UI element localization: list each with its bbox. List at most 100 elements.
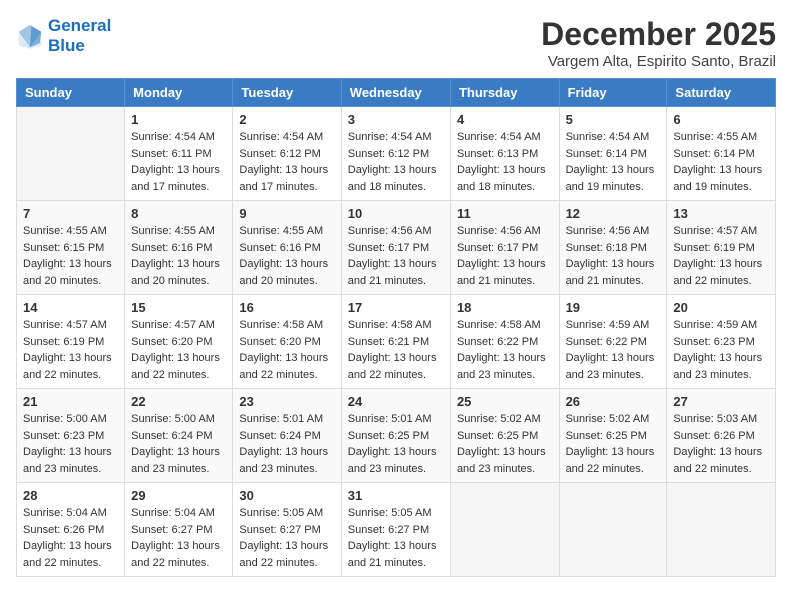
calendar-cell: 1 Sunrise: 4:54 AM Sunset: 6:11 PM Daylig…	[125, 107, 233, 201]
day-number: 9	[239, 206, 334, 221]
cell-content: Sunrise: 5:03 AM Sunset: 6:26 PM Dayligh…	[673, 411, 769, 477]
cell-content: Sunrise: 4:56 AM Sunset: 6:18 PM Dayligh…	[566, 223, 661, 289]
calendar-week-row: 14 Sunrise: 4:57 AM Sunset: 6:19 PM Dayli…	[17, 295, 776, 389]
calendar-cell: 7Sunrise: 4:55 AM Sunset: 6:15 PM Daylig…	[17, 201, 125, 295]
cell-content: Sunrise: 5:02 AM Sunset: 6:25 PM Dayligh…	[457, 411, 553, 477]
calendar-cell: 8 Sunrise: 4:55 AM Sunset: 6:16 PM Daylig…	[125, 201, 233, 295]
cell-content: Sunrise: 5:01 AM Sunset: 6:24 PM Dayligh…	[239, 411, 334, 477]
weekday-header: Sunday	[17, 79, 125, 107]
cell-content: Sunrise: 4:57 AM Sunset: 6:19 PM Dayligh…	[673, 223, 769, 289]
day-number: 29	[131, 488, 226, 503]
logo: General Blue	[16, 16, 111, 56]
calendar-cell: 4 Sunrise: 4:54 AM Sunset: 6:13 PM Daylig…	[450, 107, 559, 201]
day-number: 11	[457, 206, 553, 221]
title-area: December 2025 Vargem Alta, Espirito Sant…	[541, 16, 776, 70]
day-number: 15	[131, 300, 226, 315]
calendar-cell: 31 Sunrise: 5:05 AM Sunset: 6:27 PM Dayli…	[341, 483, 450, 577]
day-number: 28	[23, 488, 118, 503]
logo-icon	[16, 22, 44, 50]
calendar-week-row: 1 Sunrise: 4:54 AM Sunset: 6:11 PM Daylig…	[17, 107, 776, 201]
calendar-cell: 17Sunrise: 4:58 AM Sunset: 6:21 PM Dayli…	[341, 295, 450, 389]
cell-content: Sunrise: 4:57 AM Sunset: 6:20 PM Dayligh…	[131, 317, 226, 383]
cell-content: Sunrise: 5:04 AM Sunset: 6:27 PM Dayligh…	[131, 505, 226, 571]
day-number: 6	[673, 112, 769, 127]
calendar-cell: 24Sunrise: 5:01 AM Sunset: 6:25 PM Dayli…	[341, 389, 450, 483]
calendar-week-row: 7Sunrise: 4:55 AM Sunset: 6:15 PM Daylig…	[17, 201, 776, 295]
calendar-cell: 11 Sunrise: 4:56 AM Sunset: 6:17 PM Dayli…	[450, 201, 559, 295]
calendar-cell: 15 Sunrise: 4:57 AM Sunset: 6:20 PM Dayli…	[125, 295, 233, 389]
cell-content: Sunrise: 4:54 AM Sunset: 6:11 PM Dayligh…	[131, 129, 226, 195]
cell-content: Sunrise: 4:56 AM Sunset: 6:17 PM Dayligh…	[457, 223, 553, 289]
cell-content: Sunrise: 5:04 AM Sunset: 6:26 PM Dayligh…	[23, 505, 118, 571]
calendar-cell: 13 Sunrise: 4:57 AM Sunset: 6:19 PM Dayli…	[667, 201, 776, 295]
day-number: 3	[348, 112, 444, 127]
calendar-cell: 16 Sunrise: 4:58 AM Sunset: 6:20 PM Dayli…	[233, 295, 341, 389]
day-number: 7	[23, 206, 118, 221]
calendar-cell: 5 Sunrise: 4:54 AM Sunset: 6:14 PM Daylig…	[559, 107, 667, 201]
cell-content: Sunrise: 5:00 AM Sunset: 6:23 PM Dayligh…	[23, 411, 118, 477]
calendar-cell	[667, 483, 776, 577]
calendar-cell: 25 Sunrise: 5:02 AM Sunset: 6:25 PM Dayli…	[450, 389, 559, 483]
day-number: 19	[566, 300, 661, 315]
weekday-header: Thursday	[450, 79, 559, 107]
day-number: 13	[673, 206, 769, 221]
cell-content: Sunrise: 4:54 AM Sunset: 6:12 PM Dayligh…	[239, 129, 334, 195]
day-number: 12	[566, 206, 661, 221]
calendar-week-row: 21 Sunrise: 5:00 AM Sunset: 6:23 PM Dayli…	[17, 389, 776, 483]
day-number: 27	[673, 394, 769, 409]
day-number: 20	[673, 300, 769, 315]
day-number: 2	[239, 112, 334, 127]
logo-text: General Blue	[48, 16, 111, 56]
calendar-cell: 9 Sunrise: 4:55 AM Sunset: 6:16 PM Daylig…	[233, 201, 341, 295]
calendar-cell: 30Sunrise: 5:05 AM Sunset: 6:27 PM Dayli…	[233, 483, 341, 577]
calendar-cell	[450, 483, 559, 577]
cell-content: Sunrise: 4:54 AM Sunset: 6:14 PM Dayligh…	[566, 129, 661, 195]
day-number: 23	[239, 394, 334, 409]
cell-content: Sunrise: 4:59 AM Sunset: 6:23 PM Dayligh…	[673, 317, 769, 383]
cell-content: Sunrise: 4:54 AM Sunset: 6:13 PM Dayligh…	[457, 129, 553, 195]
cell-content: Sunrise: 4:58 AM Sunset: 6:22 PM Dayligh…	[457, 317, 553, 383]
cell-content: Sunrise: 5:02 AM Sunset: 6:25 PM Dayligh…	[566, 411, 661, 477]
day-number: 18	[457, 300, 553, 315]
cell-content: Sunrise: 4:58 AM Sunset: 6:20 PM Dayligh…	[239, 317, 334, 383]
day-number: 1	[131, 112, 226, 127]
cell-content: Sunrise: 4:55 AM Sunset: 6:16 PM Dayligh…	[239, 223, 334, 289]
calendar-table: SundayMondayTuesdayWednesdayThursdayFrid…	[16, 78, 776, 577]
calendar-cell	[559, 483, 667, 577]
cell-content: Sunrise: 4:55 AM Sunset: 6:16 PM Dayligh…	[131, 223, 226, 289]
cell-content: Sunrise: 4:55 AM Sunset: 6:14 PM Dayligh…	[673, 129, 769, 195]
calendar-cell: 20 Sunrise: 4:59 AM Sunset: 6:23 PM Dayli…	[667, 295, 776, 389]
day-number: 16	[239, 300, 334, 315]
day-number: 10	[348, 206, 444, 221]
day-number: 31	[348, 488, 444, 503]
day-number: 26	[566, 394, 661, 409]
cell-content: Sunrise: 5:00 AM Sunset: 6:24 PM Dayligh…	[131, 411, 226, 477]
cell-content: Sunrise: 4:56 AM Sunset: 6:17 PM Dayligh…	[348, 223, 444, 289]
calendar-cell: 3 Sunrise: 4:54 AM Sunset: 6:12 PM Daylig…	[341, 107, 450, 201]
cell-content: Sunrise: 4:54 AM Sunset: 6:12 PM Dayligh…	[348, 129, 444, 195]
day-number: 14	[23, 300, 118, 315]
calendar-cell: 27 Sunrise: 5:03 AM Sunset: 6:26 PM Dayli…	[667, 389, 776, 483]
day-number: 5	[566, 112, 661, 127]
calendar-week-row: 28 Sunrise: 5:04 AM Sunset: 6:26 PM Dayli…	[17, 483, 776, 577]
weekday-header: Saturday	[667, 79, 776, 107]
day-number: 17	[348, 300, 444, 315]
cell-content: Sunrise: 5:05 AM Sunset: 6:27 PM Dayligh…	[348, 505, 444, 571]
cell-content: Sunrise: 5:01 AM Sunset: 6:25 PM Dayligh…	[348, 411, 444, 477]
weekday-header: Wednesday	[341, 79, 450, 107]
calendar-cell: 12 Sunrise: 4:56 AM Sunset: 6:18 PM Dayli…	[559, 201, 667, 295]
calendar-cell: 21 Sunrise: 5:00 AM Sunset: 6:23 PM Dayli…	[17, 389, 125, 483]
calendar-cell: 29 Sunrise: 5:04 AM Sunset: 6:27 PM Dayli…	[125, 483, 233, 577]
cell-content: Sunrise: 4:57 AM Sunset: 6:19 PM Dayligh…	[23, 317, 118, 383]
calendar-cell: 19Sunrise: 4:59 AM Sunset: 6:22 PM Dayli…	[559, 295, 667, 389]
day-number: 25	[457, 394, 553, 409]
calendar-cell: 23 Sunrise: 5:01 AM Sunset: 6:24 PM Dayli…	[233, 389, 341, 483]
calendar-cell: 28 Sunrise: 5:04 AM Sunset: 6:26 PM Dayli…	[17, 483, 125, 577]
weekday-header: Monday	[125, 79, 233, 107]
day-number: 21	[23, 394, 118, 409]
day-number: 4	[457, 112, 553, 127]
day-number: 8	[131, 206, 226, 221]
calendar-cell: 22Sunrise: 5:00 AM Sunset: 6:24 PM Dayli…	[125, 389, 233, 483]
calendar-cell: 26 Sunrise: 5:02 AM Sunset: 6:25 PM Dayli…	[559, 389, 667, 483]
cell-content: Sunrise: 5:05 AM Sunset: 6:27 PM Dayligh…	[239, 505, 334, 571]
